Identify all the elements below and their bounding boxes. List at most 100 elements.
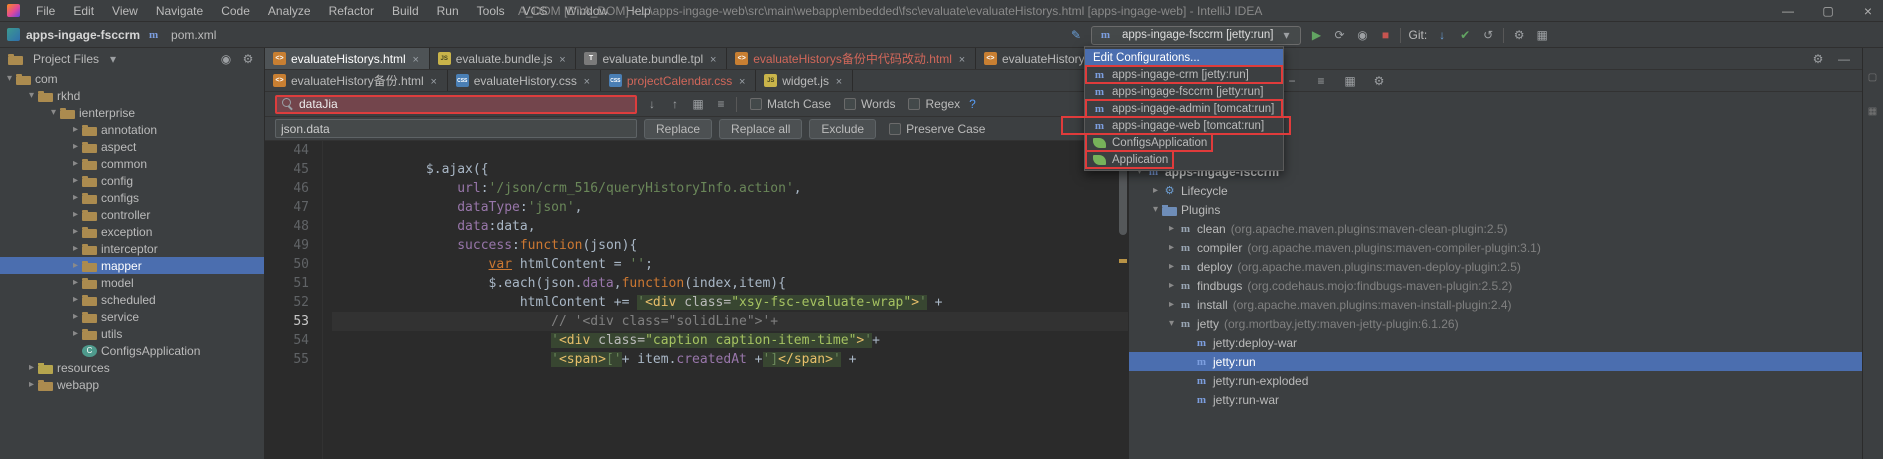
- search-input[interactable]: [299, 97, 630, 111]
- menu-refactor[interactable]: Refactor: [320, 0, 383, 22]
- menu-code[interactable]: Code: [212, 0, 259, 22]
- editor-tab-evaluatehistorys-html[interactable]: <> evaluateHistorys备份中代码改动.html: [727, 48, 976, 69]
- run-button[interactable]: [1308, 27, 1324, 43]
- chevron-down-icon[interactable]: ▾: [1149, 204, 1162, 215]
- chevron-right-icon[interactable]: ▸: [69, 328, 82, 339]
- chevron-down-icon[interactable]: [1278, 27, 1294, 43]
- tree-item-deploy[interactable]: ▸ m deploy (org.apache.maven.plugins:maven-…: [1129, 257, 1862, 276]
- tree-item-configsapplication[interactable]: C ConfigsApplication: [0, 342, 264, 359]
- tree-item-jetty-run-war[interactable]: m jetty:run-war: [1129, 390, 1862, 409]
- chevron-right-icon[interactable]: ▸: [1165, 242, 1178, 253]
- run-config-combo[interactable]: m apps-ingage-fsccrm [jetty:run]: [1091, 25, 1302, 45]
- chevron-right-icon[interactable]: ▸: [25, 362, 38, 373]
- tree-item-exception[interactable]: ▸ exception: [0, 223, 264, 240]
- tree-item-model[interactable]: ▸ model: [0, 274, 264, 291]
- close-icon[interactable]: [957, 52, 967, 66]
- preserve-case-checkbox[interactable]: Preserve Case: [889, 122, 985, 136]
- words-checkbox[interactable]: Words: [844, 97, 895, 111]
- chevron-right-icon[interactable]: ▸: [69, 192, 82, 203]
- replace-input[interactable]: [281, 121, 631, 136]
- editor-code[interactable]: $.ajax({ url:'/json/crm_516/queryHistory…: [323, 141, 1128, 459]
- menu-edit[interactable]: Edit: [64, 0, 103, 22]
- tree-item-findbugs[interactable]: ▸ m findbugs (org.codehaus.mojo:findbugs-ma…: [1129, 276, 1862, 295]
- editor-tab-evaluate-bundle-js[interactable]: JS evaluate.bundle.js: [430, 48, 577, 69]
- find-in-selection-icon[interactable]: [690, 96, 706, 112]
- chevron-right-icon[interactable]: ▸: [69, 226, 82, 237]
- panel-settings-icon[interactable]: [1810, 51, 1826, 67]
- chevron-right-icon[interactable]: ▸: [69, 294, 82, 305]
- layout-icon[interactable]: [1534, 27, 1550, 43]
- close-icon[interactable]: [737, 74, 747, 88]
- git-commit-icon[interactable]: [1457, 27, 1473, 43]
- tree-item-ienterprise[interactable]: ▾ ienterprise: [0, 104, 264, 121]
- tree-item-webapp[interactable]: ▸ webapp: [0, 376, 264, 393]
- dropdown-item-edit-configurations[interactable]: Edit Configurations...: [1085, 49, 1283, 66]
- tree-item-install[interactable]: ▸ m install (org.apache.maven.plugins:maven…: [1129, 295, 1862, 314]
- exclude-button[interactable]: Exclude: [809, 118, 877, 139]
- tree-item-plugins[interactable]: ▾ Plugins: [1129, 200, 1862, 219]
- close-icon[interactable]: [429, 74, 439, 88]
- toolwindow-button[interactable]: [1865, 70, 1881, 86]
- dropdown-item-configsapplication[interactable]: ConfigsApplication: [1085, 134, 1283, 151]
- editor-tab-evaluatehistory-html[interactable]: <> evaluateHistory备份.html: [265, 70, 448, 91]
- tree-item-rkhd[interactable]: ▾ rkhd: [0, 87, 264, 104]
- chevron-down-icon[interactable]: ▾: [1165, 318, 1178, 329]
- menu-file[interactable]: File: [27, 0, 64, 22]
- chevron-right-icon[interactable]: ▸: [1165, 261, 1178, 272]
- git-update-icon[interactable]: [1434, 27, 1450, 43]
- chevron-right-icon[interactable]: ▸: [1165, 299, 1178, 310]
- maven-settings-icon[interactable]: [1371, 73, 1387, 89]
- chevron-down-icon[interactable]: [105, 51, 121, 67]
- chevron-right-icon[interactable]: ▸: [25, 379, 38, 390]
- menu-tools[interactable]: Tools: [468, 0, 514, 22]
- tree-item-utils[interactable]: ▸ utils: [0, 325, 264, 342]
- dropdown-item-apps-ingage-web-tomcat-run[interactable]: m apps-ingage-web [tomcat:run]: [1085, 117, 1283, 134]
- replace-all-button[interactable]: Replace all: [719, 118, 803, 139]
- chevron-right-icon[interactable]: ▸: [1149, 185, 1162, 196]
- tree-item-lifecycle[interactable]: ▸ ⚙ Lifecycle: [1129, 181, 1862, 200]
- project-view-selector[interactable]: Project Files: [33, 52, 99, 66]
- editor-tab-widget-js[interactable]: JS widget.js: [756, 70, 853, 91]
- maximize-button[interactable]: [1819, 0, 1837, 23]
- dropdown-item-application[interactable]: Application: [1085, 151, 1283, 168]
- chevron-right-icon[interactable]: ▸: [69, 158, 82, 169]
- filter-icon[interactable]: [713, 96, 729, 112]
- chevron-right-icon[interactable]: ▸: [69, 209, 82, 220]
- chevron-down-icon[interactable]: ▾: [3, 73, 16, 84]
- tree-item-mapper[interactable]: ▸ mapper: [0, 257, 264, 274]
- dropdown-item-apps-ingage-fsccrm-jetty-run[interactable]: m apps-ingage-fsccrm [jetty:run]: [1085, 83, 1283, 100]
- close-icon[interactable]: [834, 74, 844, 88]
- expand-all-icon[interactable]: [1313, 73, 1329, 89]
- tree-item-aspect[interactable]: ▸ aspect: [0, 138, 264, 155]
- menu-view[interactable]: View: [103, 0, 147, 22]
- menu-build[interactable]: Build: [383, 0, 428, 22]
- regex-checkbox[interactable]: Regex: [908, 97, 960, 111]
- chevron-right-icon[interactable]: ▸: [1165, 280, 1178, 291]
- git-rollback-icon[interactable]: [1480, 27, 1496, 43]
- tree-item-annotation[interactable]: ▸ annotation: [0, 121, 264, 138]
- editor-tab-evaluatehistorys-html[interactable]: <> evaluateHistorys.html: [265, 48, 430, 69]
- breadcrumb-file[interactable]: pom.xml: [171, 28, 216, 42]
- tree-item-interceptor[interactable]: ▸ interceptor: [0, 240, 264, 257]
- chevron-right-icon[interactable]: ▸: [69, 141, 82, 152]
- panel-settings-icon[interactable]: [240, 51, 256, 67]
- chevron-right-icon[interactable]: ▸: [69, 243, 82, 254]
- minimize-button[interactable]: [1779, 0, 1797, 23]
- toolwindow-button[interactable]: [1865, 104, 1881, 120]
- remove-project-icon[interactable]: [1284, 73, 1300, 89]
- tree-item-clean[interactable]: ▸ m clean (org.apache.maven.plugins:maven-c…: [1129, 219, 1862, 238]
- breadcrumb-project[interactable]: apps-ingage-fsccrm: [26, 28, 140, 42]
- tree-item-compiler[interactable]: ▸ m compiler (org.apache.maven.plugins:mave…: [1129, 238, 1862, 257]
- locate-file-icon[interactable]: [218, 51, 234, 67]
- edit-configurations-icon[interactable]: [1068, 27, 1084, 43]
- close-icon[interactable]: [582, 74, 592, 88]
- coverage-icon[interactable]: [1354, 27, 1370, 43]
- menu-analyze[interactable]: Analyze: [259, 0, 320, 22]
- close-icon[interactable]: [411, 52, 421, 66]
- chevron-down-icon[interactable]: ▾: [47, 107, 60, 118]
- stop-button[interactable]: [1377, 27, 1393, 43]
- replace-button[interactable]: Replace: [644, 118, 713, 139]
- chevron-right-icon[interactable]: ▸: [1165, 223, 1178, 234]
- menu-navigate[interactable]: Navigate: [147, 0, 212, 22]
- editor-tab-evaluate-bundle-tpl[interactable]: Tevaluate.bundle.tpl: [576, 48, 728, 69]
